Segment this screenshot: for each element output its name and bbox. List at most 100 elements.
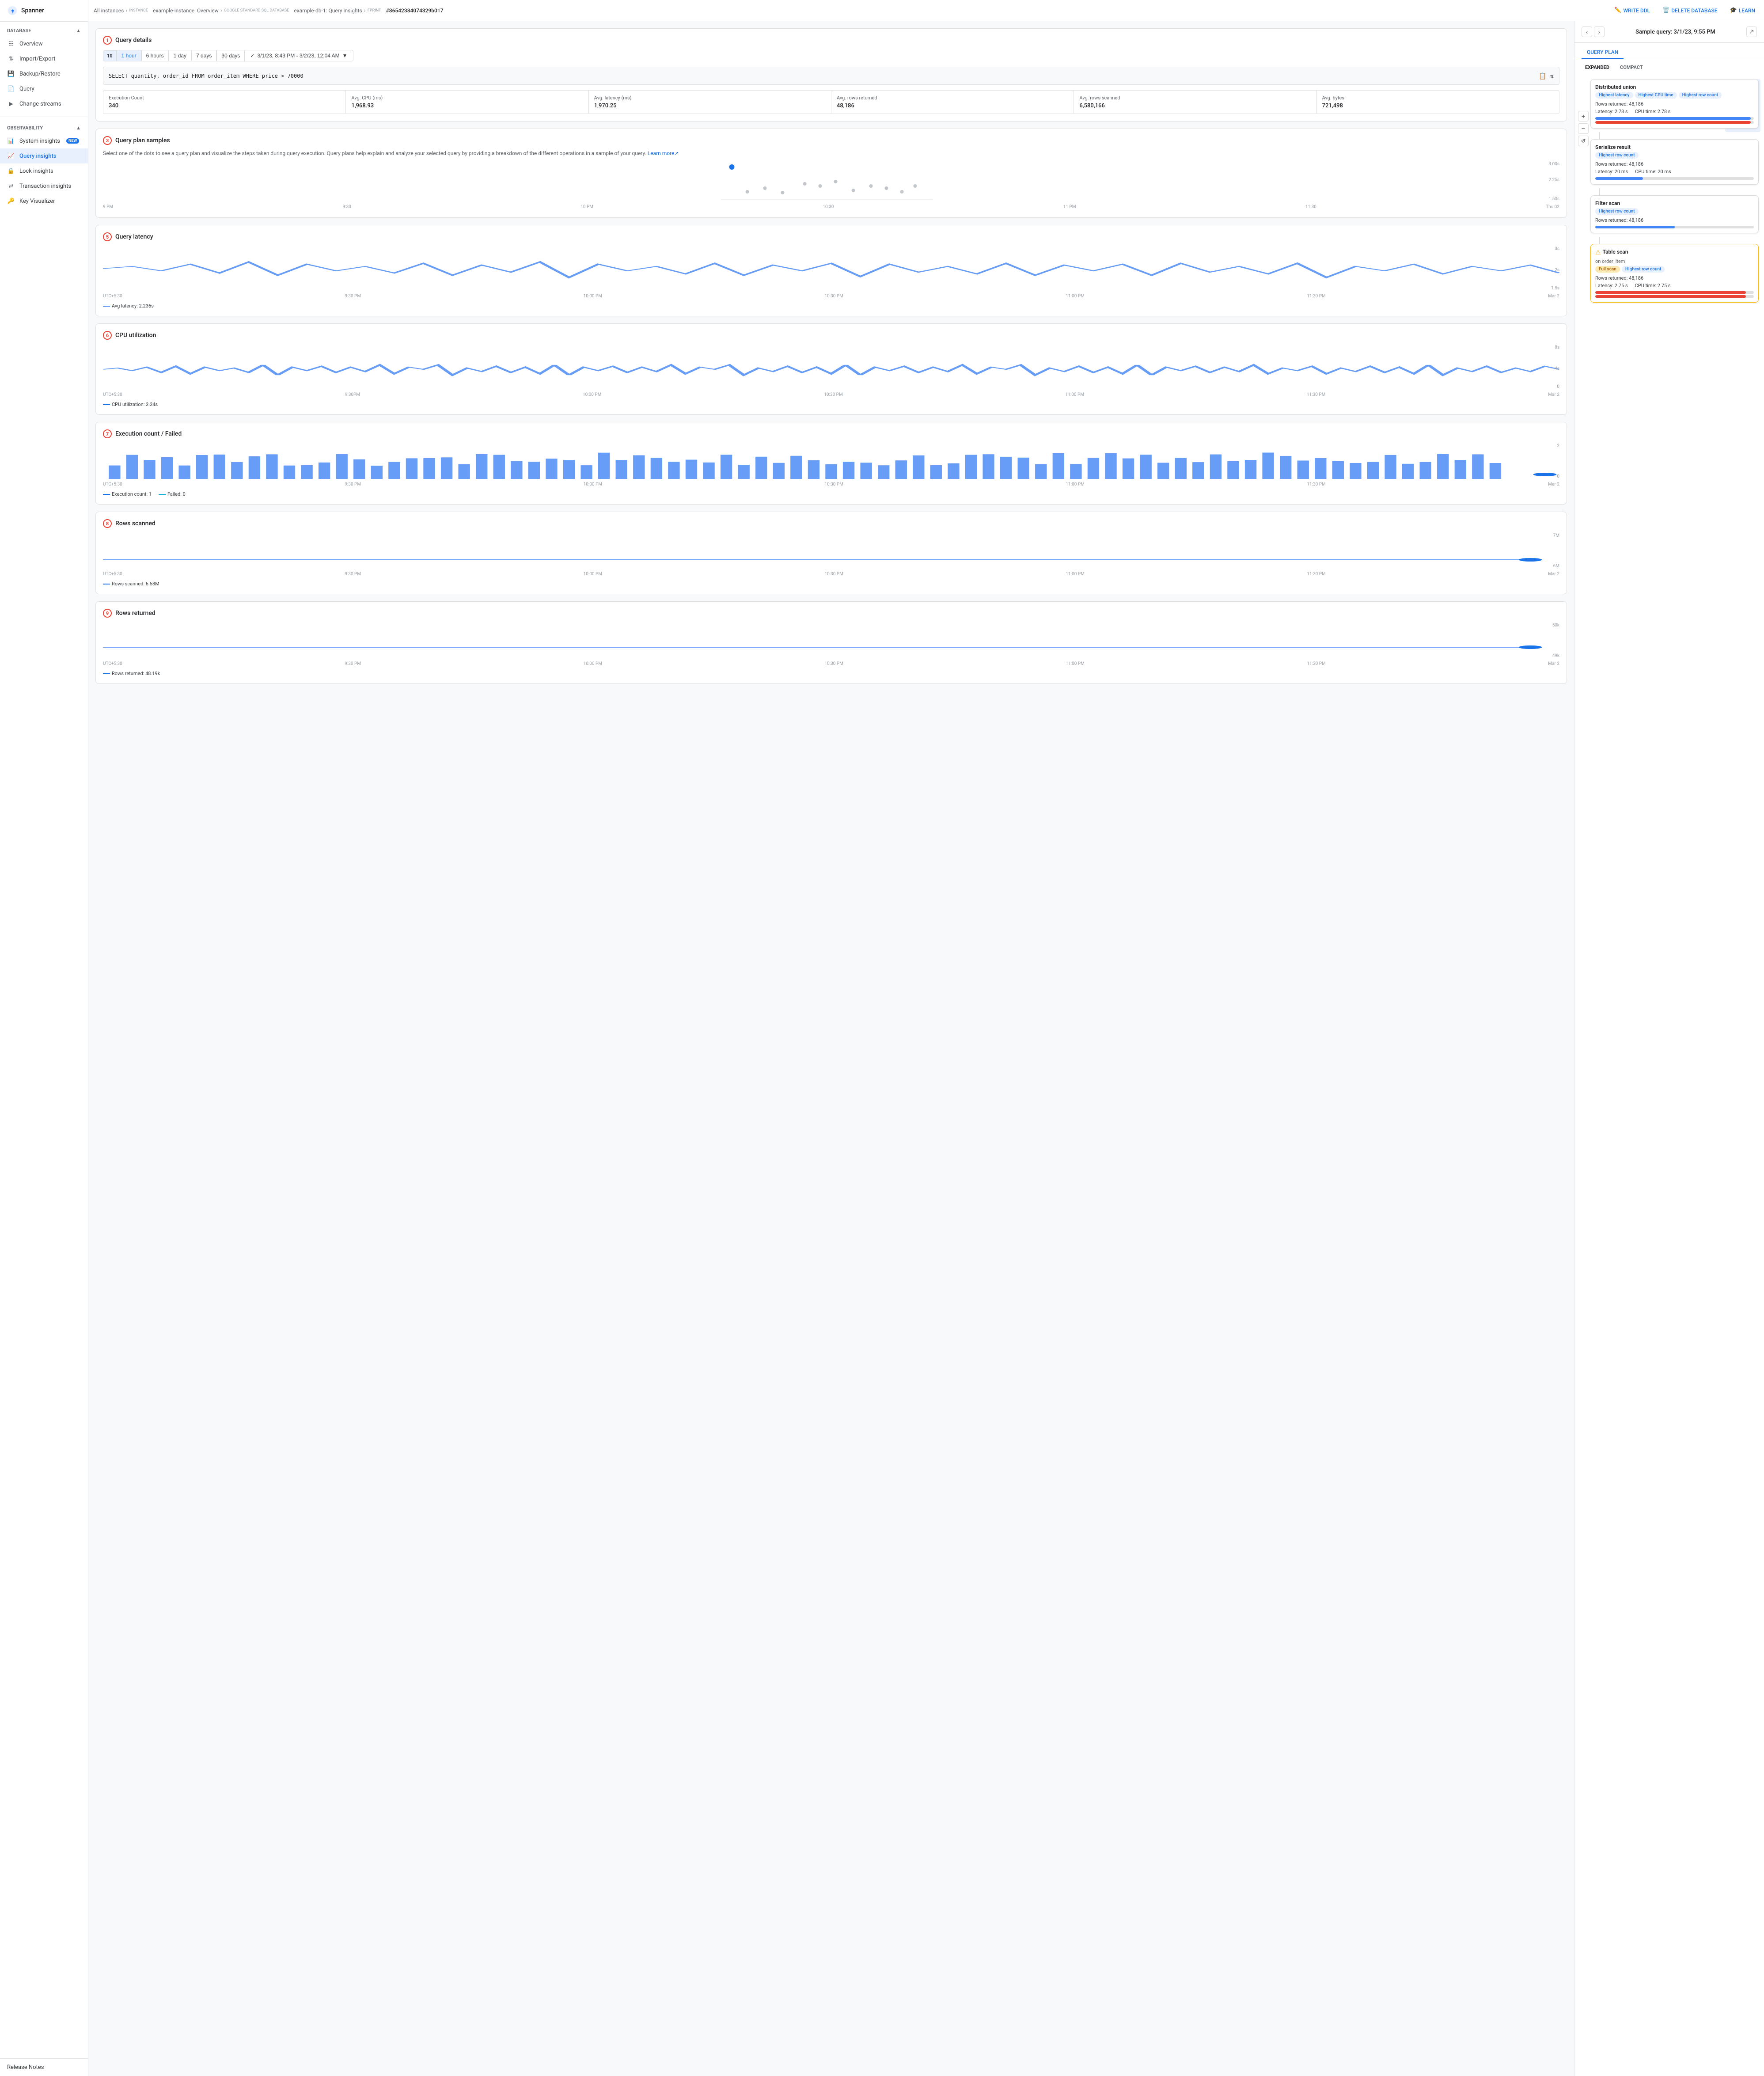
breadcrumb-instance[interactable]: INSTANCE example-instance: Overview ›: [129, 7, 222, 14]
tag-highest-row-count-4: Highest row count: [1622, 266, 1665, 273]
sidebar-item-backup-restore[interactable]: 💾 Backup/Restore: [0, 66, 88, 81]
plan-node-filter-scan[interactable]: Filter scan Highest row count Rows retur…: [1590, 195, 1759, 233]
scatter-dot[interactable]: [914, 184, 917, 188]
scatter-dot[interactable]: [834, 180, 838, 183]
tag-highest-row-count: Highest row count: [1679, 92, 1722, 99]
reset-view-button[interactable]: ↺: [1578, 136, 1589, 146]
query-plan-tabs: QUERY PLAN: [1574, 43, 1764, 59]
qps-header: 3 Query plan samples: [103, 136, 1559, 145]
scatter-x-axis: 9 PM 9:30 10 PM 10:30 11 PM 11:30 Thu 02: [103, 204, 1559, 210]
rs-legend-item: Rows scanned: 6.58M: [103, 581, 159, 587]
query-details-card: 1 Query details 10 1 hour 6 hours 1 day …: [95, 28, 1567, 121]
scatter-dot[interactable]: [869, 184, 873, 188]
sidebar-item-transaction-insights[interactable]: ⇄ Transaction insights: [0, 178, 88, 194]
sidebar-item-query-insights[interactable]: 📈 Query insights: [0, 148, 88, 163]
scatter-plot: 3.00s 2.25s 1.50s: [103, 162, 1559, 210]
breadcrumb-sep-2: ›: [220, 7, 222, 14]
cpu-svg: [103, 345, 1559, 389]
scatter-dot[interactable]: [746, 190, 749, 194]
expand-panel-button[interactable]: ↗: [1746, 27, 1757, 37]
breadcrumb-sep-3: ›: [364, 7, 366, 14]
sql-code-block: SELECT quantity, order_id FROM order_ite…: [103, 67, 1559, 85]
time-btn-1hour[interactable]: 1 hour: [117, 50, 141, 61]
node-4-bar2: [1595, 295, 1746, 298]
database-section-header[interactable]: DATABASE ▲: [0, 25, 88, 36]
breadcrumb-all-instances[interactable]: All instances ›: [94, 7, 128, 14]
plan-node-table-scan[interactable]: ⚠ Table scan on order_item Full scan Hig…: [1590, 244, 1759, 303]
rr-legend-item: Rows returned: 48.19k: [103, 671, 160, 676]
expand-icon[interactable]: ⇅: [1550, 72, 1554, 80]
ec-y-min: 0: [1557, 474, 1559, 479]
sidebar-item-lock-insights[interactable]: 🔒 Lock insights: [0, 163, 88, 178]
right-panel-header: ‹ › Sample query: 3/1/23, 9:55 PM ↗: [1574, 21, 1764, 43]
insights-icon: 📊: [7, 137, 15, 145]
node-2-bar: [1595, 177, 1643, 180]
topnav: All instances › INSTANCE example-instanc…: [88, 0, 1764, 21]
collapse-icon-obs[interactable]: ▲: [76, 125, 81, 131]
connector-2: [1599, 188, 1600, 195]
scatter-dot[interactable]: [852, 189, 855, 192]
query-latency-card: 5 Query latency 3s 2s 1.5s UTC+5:30 9:30…: [95, 225, 1567, 316]
rs-svg: [103, 533, 1559, 569]
zoom-in-button[interactable]: +: [1578, 111, 1589, 121]
query-latency-svg: [103, 247, 1559, 291]
section-number-8: 8: [103, 519, 112, 528]
rr-y-min: 49k: [1552, 653, 1559, 658]
scatter-dot[interactable]: [763, 186, 767, 190]
qp-toolbar: + − ↺: [1578, 111, 1589, 146]
section-number-6: 6: [103, 331, 112, 340]
time-btn-30days[interactable]: 30 days: [216, 50, 245, 61]
view-expanded-btn[interactable]: EXPANDED: [1582, 63, 1613, 72]
ql-legend-avg: Avg latency: 2.236s: [103, 303, 154, 309]
breadcrumb-database[interactable]: GOOGLE STANDARD SQL DATABASE example-db-…: [224, 7, 366, 14]
tag-highest-latency: Highest latency: [1595, 92, 1633, 99]
nav-prev-button[interactable]: ‹: [1582, 27, 1592, 37]
date-range-button[interactable]: ✓ 3/1/23, 8:43 PM - 3/2/23, 12:04 AM ▼: [245, 50, 353, 61]
observability-section: OBSERVABILITY ▲ 📊 System insights NEW 📈 …: [0, 119, 88, 212]
plan-node-distributed-union[interactable]: Distributed union Highest latency Highes…: [1590, 79, 1759, 129]
write-ddl-button[interactable]: ✏️ WRITE DDL: [1611, 5, 1654, 15]
sidebar-bottom: Release Notes: [0, 2058, 88, 2076]
observability-section-header[interactable]: OBSERVABILITY ▲: [0, 122, 88, 133]
cpu-legend-item: CPU utilization: 2.24s: [103, 402, 158, 407]
checkmark-icon: ✓: [250, 53, 254, 59]
plan-node-serialize-result[interactable]: Serialize result Highest row count Rows …: [1590, 139, 1759, 185]
copy-icon[interactable]: 📋: [1539, 72, 1546, 80]
sidebar-item-import-export[interactable]: ⇅ Import/Export: [0, 51, 88, 66]
view-toggle: EXPANDED COMPACT: [1574, 59, 1764, 76]
ql-header: 5 Query latency: [103, 232, 1559, 241]
learn-more-link[interactable]: Learn more↗: [648, 150, 679, 156]
metric-avg-rows-scanned: Avg. rows scanned 6,580,166: [1074, 91, 1316, 114]
scatter-dot[interactable]: [900, 190, 904, 194]
scatter-dot[interactable]: [819, 184, 822, 188]
delete-database-button[interactable]: 🗑️ DELETE DATABASE: [1659, 5, 1721, 15]
nav-next-button[interactable]: ›: [1594, 27, 1605, 37]
scatter-dot[interactable]: [781, 191, 785, 194]
sidebar-item-overview[interactable]: ☷ Overview: [0, 36, 88, 51]
sidebar-item-change-streams[interactable]: ▶ Change streams: [0, 96, 88, 111]
time-btn-7days[interactable]: 7 days: [191, 50, 216, 61]
learn-button[interactable]: 🎓 LEARN: [1726, 5, 1759, 15]
time-btn-1day[interactable]: 1 day: [169, 50, 191, 61]
view-compact-btn[interactable]: COMPACT: [1616, 63, 1646, 72]
scatter-dot[interactable]: [885, 186, 888, 190]
import-icon: ⇅: [7, 55, 15, 63]
scatter-dot-selected[interactable]: [730, 165, 734, 169]
rs-y-min: 6M: [1553, 564, 1559, 569]
sidebar-item-key-visualizer[interactable]: 🔑 Key Visualizer: [0, 194, 88, 209]
scatter-dot[interactable]: [803, 182, 807, 186]
zoom-out-button[interactable]: −: [1578, 123, 1589, 134]
sidebar-item-release-notes[interactable]: Release Notes: [7, 2064, 81, 2071]
sidebar-item-system-insights[interactable]: 📊 System insights NEW: [0, 133, 88, 148]
connector-1: [1599, 132, 1600, 139]
ec-legend-dot-exec: [103, 494, 110, 495]
tab-query-plan[interactable]: QUERY PLAN: [1582, 46, 1624, 59]
metric-avg-cpu: Avg. CPU (ms) 1,968.93: [346, 91, 588, 114]
query-details-header: 1 Query details: [103, 36, 1559, 45]
alert-icon: ⚠: [1595, 249, 1601, 256]
tag-highest-cpu: Highest CPU time: [1635, 92, 1677, 99]
collapse-icon[interactable]: ▲: [76, 28, 81, 34]
streams-icon: ▶: [7, 100, 15, 108]
time-btn-6hours[interactable]: 6 hours: [141, 50, 169, 61]
sidebar-item-query[interactable]: 📄 Query: [0, 81, 88, 96]
